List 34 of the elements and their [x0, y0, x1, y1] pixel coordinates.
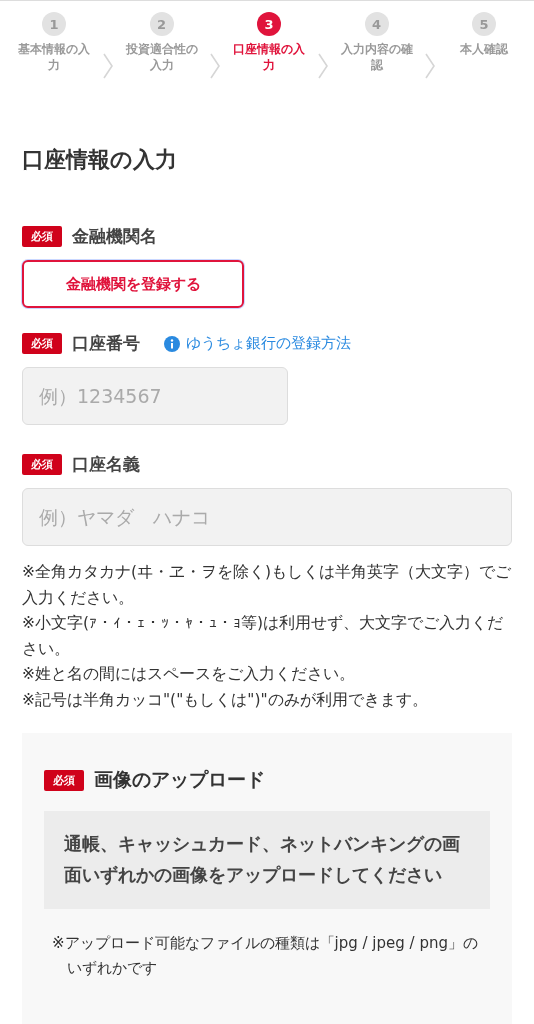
step-number: 3 [257, 12, 281, 36]
field-label: 口座名義 [72, 453, 140, 476]
note-text: ※小文字(ｧ・ｨ・ｪ・ｯ・ｬ・ｭ・ｮ等)は利用せず、大文字でご入力ください。 [22, 613, 505, 660]
register-bank-button[interactable]: 金融機関を登録する [22, 260, 244, 308]
step-label: 口座情報の入力 [232, 41, 306, 73]
step-label: 基本情報の入力 [17, 41, 91, 73]
input-field[interactable]: 例）1234567 [22, 367, 288, 425]
note-text: ※記号は半角カッコ"("もしくは")"のみが利用できます。 [22, 689, 429, 711]
note-text: ※姓と名の間にはスペースをご入力ください。 [22, 664, 356, 685]
field-label: 口座番号 [72, 332, 140, 355]
step-number: 1 [42, 12, 66, 36]
step-number: 4 [364, 12, 389, 36]
help-link[interactable]: ゆうちょ銀行の登録方法 [164, 334, 351, 353]
chevron-icon [424, 52, 437, 80]
chevron-icon [316, 52, 329, 80]
step-label: 入力内容の確認 [339, 41, 414, 73]
chevron-icon [101, 52, 114, 80]
chevron-icon [209, 52, 222, 80]
required-badge: 必須 [44, 769, 84, 791]
instruction-text: 通帳、キャッシュカード、ネットバンキングの画面いずれかの画像をアップロードしてください [44, 811, 490, 909]
note-text: ※全角カタカナ(ヰ・ヱ・ヲを除く)もしくは半角英字（大文字）でご入力ください。 [22, 562, 512, 609]
required-badge: 必須 [22, 333, 62, 354]
info-icon [164, 335, 180, 352]
step-label: 投資適合性の入力 [124, 41, 199, 73]
required-badge: 必須 [22, 226, 62, 247]
field-label: 金融機関名 [72, 225, 157, 248]
section-title: 画像のアップロード [94, 767, 265, 792]
step-number: 2 [149, 12, 174, 36]
step-number: 5 [472, 12, 496, 36]
step-label: 本人確認 [459, 41, 509, 57]
input-field[interactable]: 例）ヤマダ ハナコ [22, 488, 512, 546]
required-badge: 必須 [22, 454, 62, 475]
note-text: ※アップロード可能なファイルの種類は「jpg / jpeg / png」のいずれかです [52, 933, 479, 979]
page-title: 口座情報の入力 [22, 146, 178, 174]
